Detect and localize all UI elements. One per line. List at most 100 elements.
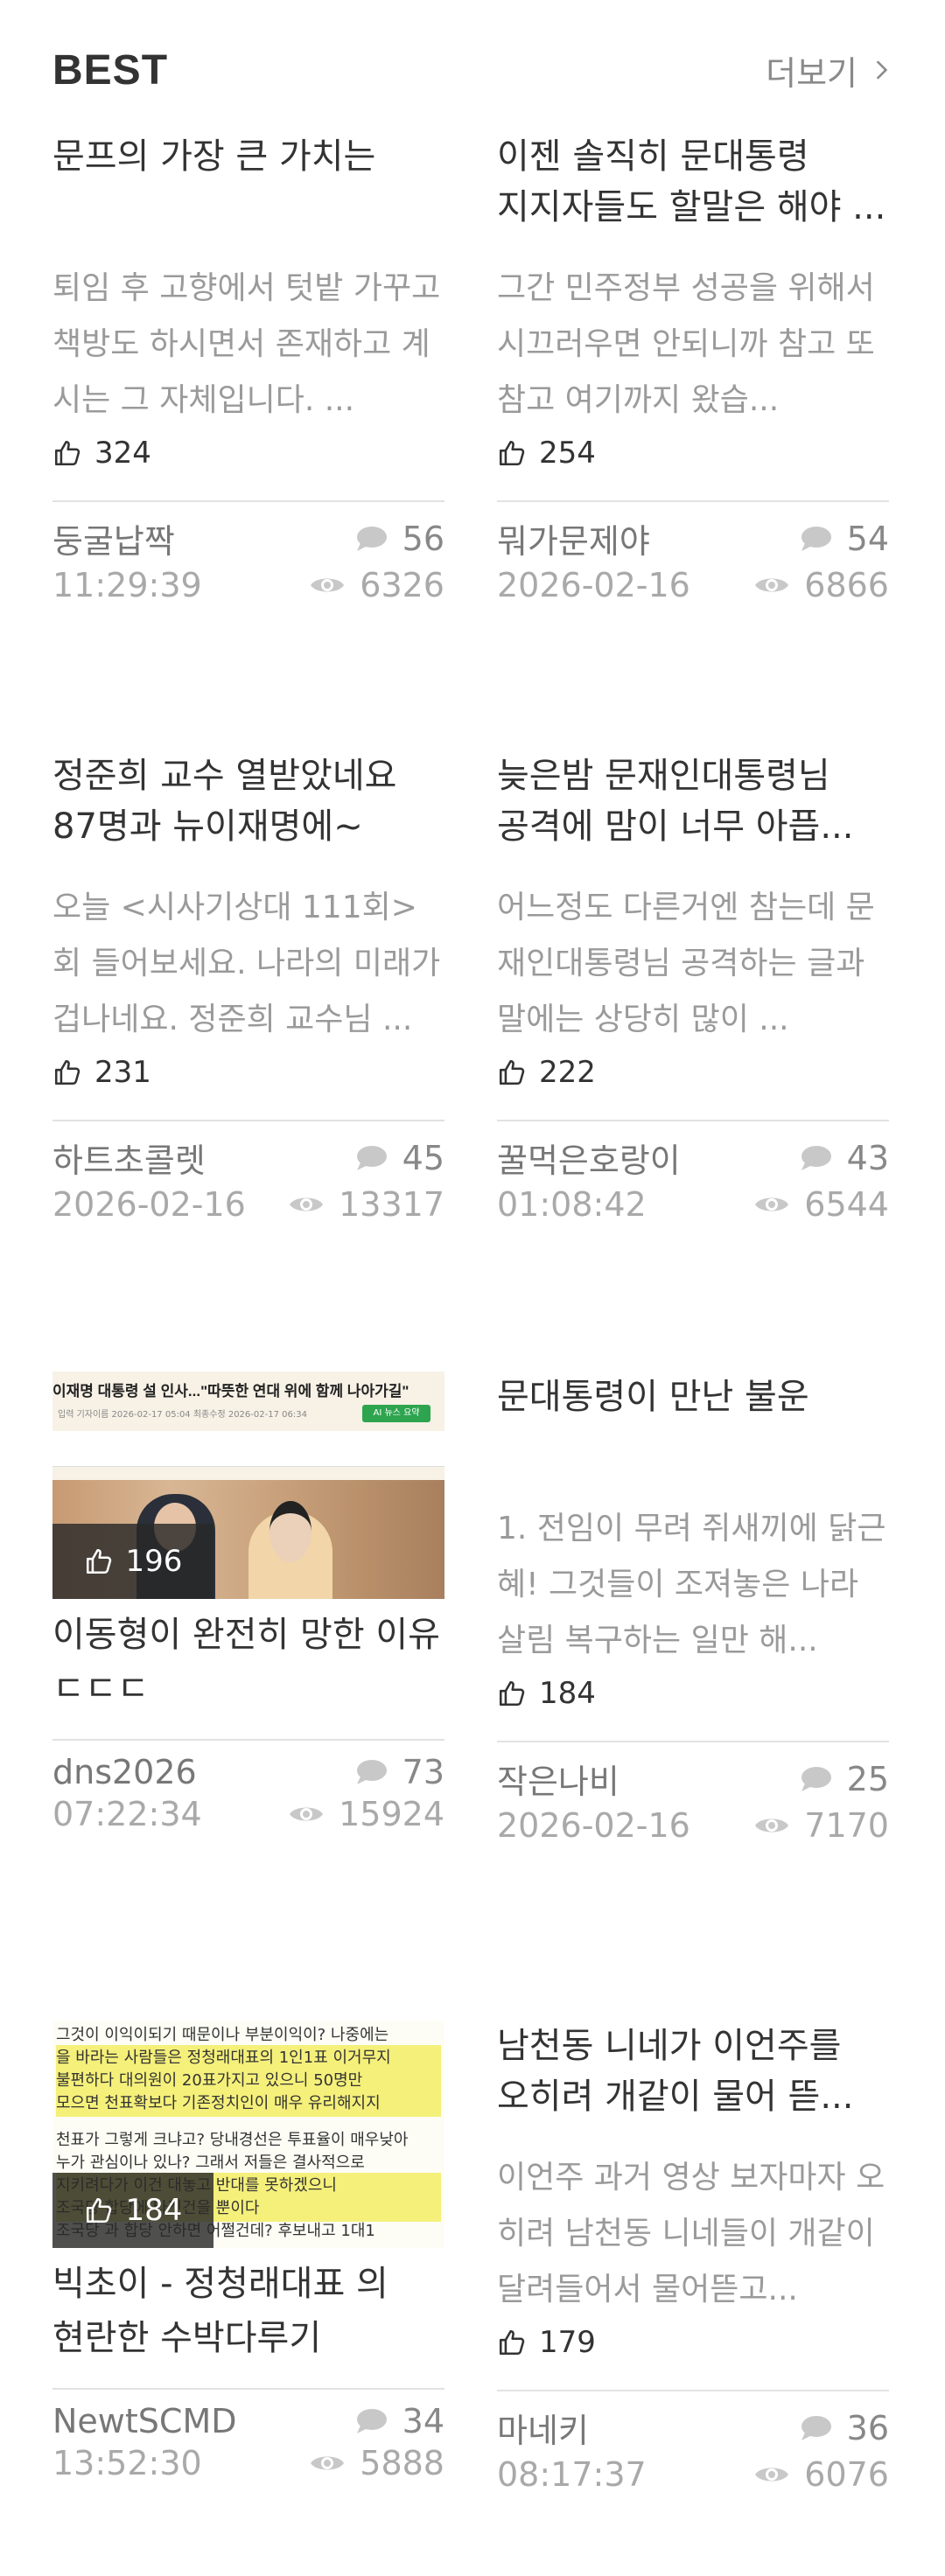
post-card[interactable]: 남천동 니네가 이언주를 오히려 개같이 물어 뜯... 이언주 과거 영상 보… [497,2021,889,2494]
like-count-value: 222 [539,1055,596,1090]
post-title[interactable]: 남천동 니네가 이언주를 오히려 개같이 물어 뜯... [497,2021,889,2122]
view-count: 15924 [288,1795,444,1833]
post-time: 01:08:42 [497,1185,647,1224]
author-name[interactable]: dns2026 [52,1753,288,1791]
image-text-line: 모으면 천표확보다 기존정치인이 매우 유리해지지 [56,2091,441,2117]
more-button[interactable]: 더보기 [766,46,892,94]
thumbs-up-icon [86,1548,111,1574]
post-card[interactable]: 그것이 이익이되기 때문이나 부분이익이? 나중에는 을 바라는 사람들은 정청… [52,2021,444,2482]
comment-count: 54 [753,514,889,562]
comment-count-value: 54 [846,519,889,558]
post-title[interactable]: 문대통령이 만난 불운 [497,1372,889,1473]
post-title[interactable]: 문프의 가장 큰 가치는 [52,131,444,233]
like-count: 324 [52,429,444,478]
eye-icon [755,1819,789,1833]
post-card[interactable]: 이재명 대통령 설 인사..."따뜻한 연대 위에 함께 나아가길" 입력 기자… [52,1372,444,1833]
like-count: 179 [497,2318,889,2367]
comment-count-value: 73 [402,1753,444,1791]
comment-bubble-icon [356,2409,387,2433]
post-time: 13:52:30 [52,2444,202,2482]
image-subcaption: 입력 기자이름 2026-02-17 05:04 최종수정 2026-02-17… [58,1410,307,1420]
eye-icon [755,1197,789,1211]
post-excerpt[interactable]: 1. 전임이 무려 쥐새끼에 닭근혜! 그것들이 조져놓은 나라 살림 복구하는… [497,1501,889,1669]
post-card[interactable]: 정준희 교수 열받았네요 87명과 뉴이재명에~ 오늘 <시사기상대 111회>… [52,750,444,1224]
view-count: 13317 [288,1185,444,1224]
author-name[interactable]: 작은나비 [497,1755,753,1803]
divider [497,500,889,502]
image-toolbar [52,1431,444,1467]
comment-bubble-icon [356,1145,387,1170]
eye-icon [311,578,345,592]
post-title[interactable]: 이동형이 완전히 망한 이유 ㄷㄷㄷ [52,1608,444,1716]
post-title[interactable]: 늦은밤 문재인대통령님 공격에 맘이 너무 아픕... [497,750,889,852]
comment-count: 34 [309,2402,444,2440]
view-count: 6076 [753,2455,889,2494]
view-count-value: 13317 [339,1185,444,1224]
post-card[interactable]: 이젠 솔직히 문대통령 지지자들도 할말은 해야 ... 그간 민주정부 성공을… [497,131,889,604]
comment-bubble-icon [801,526,831,551]
comment-count-value: 34 [402,2402,444,2440]
comment-bubble-icon [801,2415,831,2440]
comment-count: 25 [753,1755,889,1803]
thumbs-up-icon [499,440,525,466]
like-count-value: 231 [94,1055,151,1090]
post-thumbnail[interactable]: 이재명 대통령 설 인사..."따뜻한 연대 위에 함께 나아가길" 입력 기자… [52,1372,444,1599]
view-count-value: 6866 [804,566,889,604]
like-count-overlay: 184 [52,2173,214,2248]
post-excerpt[interactable]: 오늘 <시사기상대 111회>회 들어보세요. 나라의 미래가 겁나네요. 정준… [52,880,444,1048]
view-count: 7170 [753,1806,889,1845]
eye-icon [755,578,789,592]
author-name[interactable]: 뭐가문제야 [497,514,753,562]
comment-count: 73 [288,1753,444,1791]
post-meta: 꿀먹은호랑이 43 01:08:42 6544 [497,1134,889,1225]
thumbs-up-icon [86,2197,111,2223]
post-time: 2026-02-16 [497,566,690,604]
post-title[interactable]: 이젠 솔직히 문대통령 지지자들도 할말은 해야 ... [497,131,889,233]
comment-bubble-icon [801,1145,831,1170]
divider [52,500,444,502]
like-count-value: 184 [125,2193,183,2228]
section-title: BEST [52,46,169,94]
comment-count: 36 [753,2404,889,2452]
author-name[interactable]: NewtSCMD [52,2402,309,2440]
post-excerpt[interactable]: 그간 민주정부 성공을 위해서 시끄러우면 안되니까 참고 또 참고 여기까지 … [497,261,889,429]
post-time: 07:22:34 [52,1795,202,1833]
post-thumbnail[interactable]: 그것이 이익이되기 때문이나 부분이익이? 나중에는 을 바라는 사람들은 정청… [52,2021,444,2248]
like-count-value: 254 [539,436,596,471]
post-time: 2026-02-16 [52,1185,246,1224]
author-name[interactable]: 마네키 [497,2404,753,2452]
post-title[interactable]: 정준희 교수 열받았네요 87명과 뉴이재명에~ [52,750,444,852]
comment-count-value: 43 [846,1138,889,1177]
view-count-value: 6544 [804,1185,889,1224]
post-excerpt[interactable]: 퇴임 후 고향에서 텃밭 가꾸고 책방도 하시면서 존재하고 계시는 그 자체입… [52,261,444,429]
thumbs-up-icon [499,2329,525,2356]
view-count: 6326 [309,566,444,604]
comment-count: 43 [753,1134,889,1182]
thumbs-up-icon [54,440,80,466]
post-card[interactable]: 문프의 가장 큰 가치는 퇴임 후 고향에서 텃밭 가꾸고 책방도 하시면서 존… [52,131,444,604]
post-excerpt[interactable]: 이언주 과거 영상 보자마자 오히려 남천동 니네들이 개같이 달려들어서 물어… [497,2150,889,2318]
view-count: 6544 [753,1185,889,1224]
author-name[interactable]: 둥굴납짝 [52,514,309,562]
post-time: 08:17:37 [497,2455,647,2494]
post-card[interactable]: 늦은밤 문재인대통령님 공격에 맘이 너무 아픕... 어느정도 다른거엔 참는… [497,750,889,1224]
post-meta: 둥굴납짝 56 11:29:39 6326 [52,514,444,605]
like-count: 254 [497,429,889,478]
view-count-value: 15924 [339,1795,444,1833]
comment-count-value: 36 [846,2408,889,2447]
post-card[interactable]: 문대통령이 만난 불운 1. 전임이 무려 쥐새끼에 닭근혜! 그것들이 조져놓… [497,1372,889,1845]
image-face [270,1501,312,1562]
author-name[interactable]: 하트초콜렛 [52,1134,288,1182]
view-count: 6866 [753,566,889,604]
comment-bubble-icon [801,1766,831,1791]
best-section-header: BEST 더보기 [52,35,892,105]
like-count: 231 [52,1048,444,1097]
chevron-right-icon [876,60,888,80]
post-meta: dns2026 73 07:22:34 15924 [52,1753,444,1833]
like-count: 184 [497,1669,889,1718]
view-count-value: 7170 [804,1806,889,1845]
comment-bubble-icon [356,1760,387,1784]
post-excerpt[interactable]: 어느정도 다른거엔 참는데 문재인대통령님 공격하는 글과 말에는 상당히 많이… [497,880,889,1048]
post-title[interactable]: 빅초이 - 정청래대표 의 현란한 수박다루기 [52,2257,444,2365]
author-name[interactable]: 꿀먹은호랑이 [497,1134,753,1182]
